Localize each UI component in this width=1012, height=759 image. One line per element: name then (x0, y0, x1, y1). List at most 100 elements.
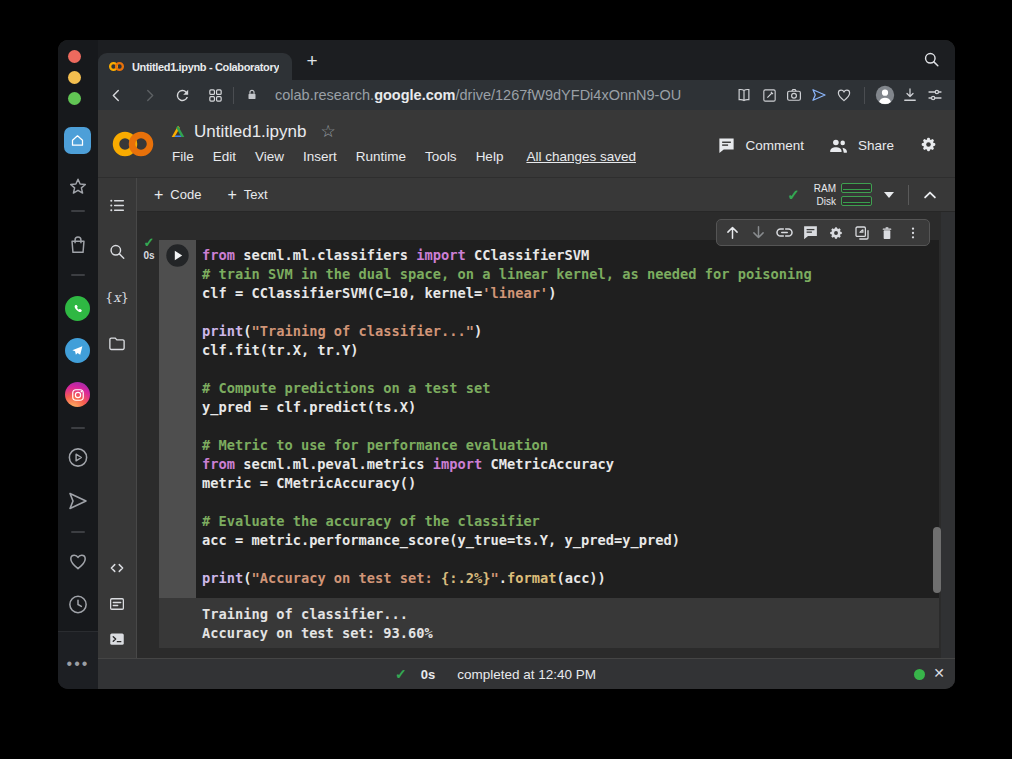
open-in-tab-icon (853, 224, 871, 242)
table-of-contents-button[interactable] (108, 196, 127, 219)
sidebar-whatsapp-button[interactable] (65, 296, 90, 321)
close-window-button[interactable] (68, 50, 81, 63)
variables-icon: {x} (105, 288, 129, 306)
close-status-button[interactable]: ✕ (930, 665, 948, 681)
shopping-bag-icon (67, 234, 89, 256)
add-text-button[interactable]: +Text (227, 186, 267, 204)
move-cell-up-button[interactable] (723, 223, 743, 243)
play-circle-icon (67, 446, 90, 469)
menu-insert[interactable]: Insert (303, 149, 337, 164)
colab-logo (111, 129, 155, 159)
apps-grid-button[interactable] (203, 83, 227, 107)
menu-tools[interactable]: Tools (425, 149, 457, 164)
sidebar-likes-button[interactable] (67, 550, 90, 577)
edit-page-button[interactable] (758, 83, 780, 107)
sidebar-send-button[interactable] (66, 489, 90, 517)
heart-icon (67, 550, 90, 573)
home-icon (70, 133, 85, 148)
move-cell-down-button[interactable] (749, 223, 769, 243)
colab-left-panel: {x} (98, 178, 137, 658)
variables-button[interactable]: {x} (105, 288, 129, 310)
reload-button[interactable] (170, 83, 194, 107)
screenshot-button[interactable] (783, 83, 805, 107)
save-status[interactable]: All changes saved (526, 149, 636, 164)
notebook-title[interactable]: Untitled1.ipynb (194, 122, 306, 142)
grid-icon (207, 87, 224, 104)
back-button[interactable] (104, 83, 128, 107)
new-tab-button[interactable]: + (298, 47, 326, 75)
disk-meter (841, 196, 872, 206)
comment-button[interactable]: Comment (717, 136, 804, 155)
code-line: acc = metric.performance_score(y_true=ts… (202, 531, 939, 550)
add-code-button[interactable]: +Code (154, 186, 201, 204)
reading-list-button[interactable] (733, 83, 755, 107)
code-line (202, 493, 939, 512)
run-cell-button[interactable] (165, 243, 190, 268)
arrow-up-icon (724, 224, 741, 241)
resources-dropdown-caret[interactable] (884, 192, 894, 198)
add-comment-button[interactable] (800, 223, 820, 243)
sidebar-history-button[interactable] (67, 593, 90, 620)
cell-more-button[interactable] (903, 223, 923, 243)
notebook-scrollbar[interactable] (933, 527, 941, 593)
tab-search-button[interactable] (922, 50, 941, 73)
tab-bar: Untitled1.ipynb - Colaboratory + (98, 40, 955, 80)
sidebar-home-button[interactable] (64, 127, 91, 154)
menu-view[interactable]: View (255, 149, 284, 164)
copy-link-to-cell-button[interactable] (774, 223, 794, 243)
open-in-tab-button[interactable] (852, 223, 872, 243)
sidebar-media-button[interactable] (67, 446, 90, 473)
code-editor[interactable]: from secml.ml.classifiers import CClassi… (196, 240, 939, 598)
book-icon (735, 86, 753, 104)
find-replace-button[interactable] (108, 242, 127, 265)
command-palette-icon (108, 595, 126, 613)
command-palette-button[interactable] (108, 595, 126, 617)
share-page-button[interactable] (808, 83, 830, 107)
settings-button[interactable] (918, 134, 939, 159)
notebook-scrollbar-track (941, 212, 955, 658)
files-button[interactable] (108, 334, 127, 357)
code-snippets-button[interactable] (108, 559, 126, 581)
status-message: completed at 12:40 PM (457, 667, 596, 682)
address-divider (864, 87, 865, 104)
address-bar: colab.research.google.com/drive/1267fW9d… (98, 80, 955, 110)
favorite-button[interactable] (833, 83, 855, 107)
forward-button[interactable] (137, 83, 161, 107)
browser-window: ••• Untitled1.ipynb - Colaboratory + (58, 40, 955, 689)
colab-header: Untitled1.ipynb ☆ File Edit View Insert Runt… (98, 110, 955, 178)
collapse-header-button[interactable] (921, 186, 939, 204)
profile-button[interactable] (874, 83, 896, 107)
menu-runtime[interactable]: Runtime (356, 149, 406, 164)
terminal-icon (108, 630, 126, 648)
sidebar-instagram-button[interactable] (65, 382, 90, 407)
terminal-button[interactable] (108, 630, 126, 652)
sidebar-divider (71, 274, 85, 276)
url-text[interactable]: colab.research.google.com/drive/1267fW9d… (275, 87, 681, 103)
sidebar-more-button[interactable]: ••• (58, 655, 98, 673)
code-line: from secml.ml.classifiers import CClassi… (202, 246, 939, 265)
share-button[interactable]: Share (828, 135, 894, 156)
star-notebook-button[interactable]: ☆ (320, 121, 335, 142)
code-line: metric = CMetricAccuracy() (202, 474, 939, 493)
downloads-button[interactable] (899, 83, 921, 107)
sidebar-shopping-button[interactable] (67, 234, 89, 260)
code-cell: from secml.ml.classifiers import CClassi… (159, 240, 939, 598)
menu-edit[interactable]: Edit (213, 149, 236, 164)
browser-tab[interactable]: Untitled1.ipynb - Colaboratory (98, 53, 292, 80)
svg-text:{x}: {x} (105, 290, 129, 305)
site-security-button[interactable] (240, 83, 264, 107)
menu-file[interactable]: File (172, 149, 194, 164)
sidebar-telegram-button[interactable] (65, 338, 90, 363)
menu-help[interactable]: Help (476, 149, 504, 164)
cell-settings-button[interactable] (826, 223, 846, 243)
resources-button[interactable]: RAMDisk (814, 183, 872, 207)
zoom-window-button[interactable] (68, 92, 81, 105)
browser-settings-button[interactable] (924, 83, 946, 107)
browser-sidebar: ••• (58, 40, 98, 689)
minimize-window-button[interactable] (68, 71, 81, 84)
delete-cell-button[interactable] (877, 223, 897, 243)
code-line: clf = CClassifierSVM(C=10, kernel='linea… (202, 284, 939, 303)
tune-icon (926, 86, 944, 104)
sidebar-favorites-button[interactable] (67, 176, 89, 202)
instagram-icon (71, 388, 85, 402)
